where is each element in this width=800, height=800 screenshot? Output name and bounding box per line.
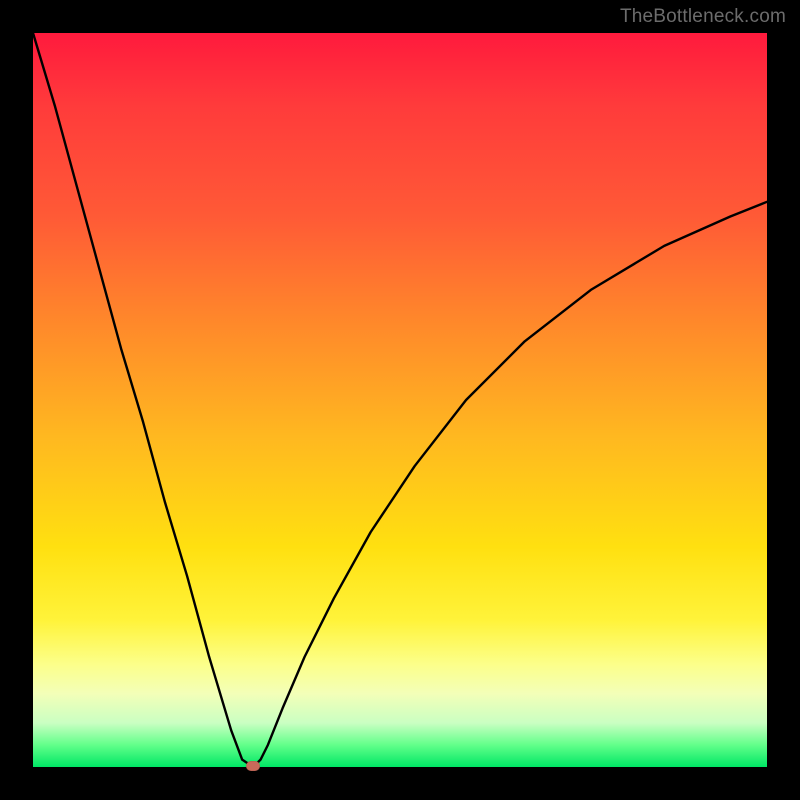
optimal-point-marker bbox=[246, 761, 260, 771]
chart-frame: TheBottleneck.com bbox=[0, 0, 800, 800]
bottleneck-curve bbox=[33, 33, 767, 767]
plot-area bbox=[33, 33, 767, 767]
watermark-text: TheBottleneck.com bbox=[620, 6, 786, 28]
